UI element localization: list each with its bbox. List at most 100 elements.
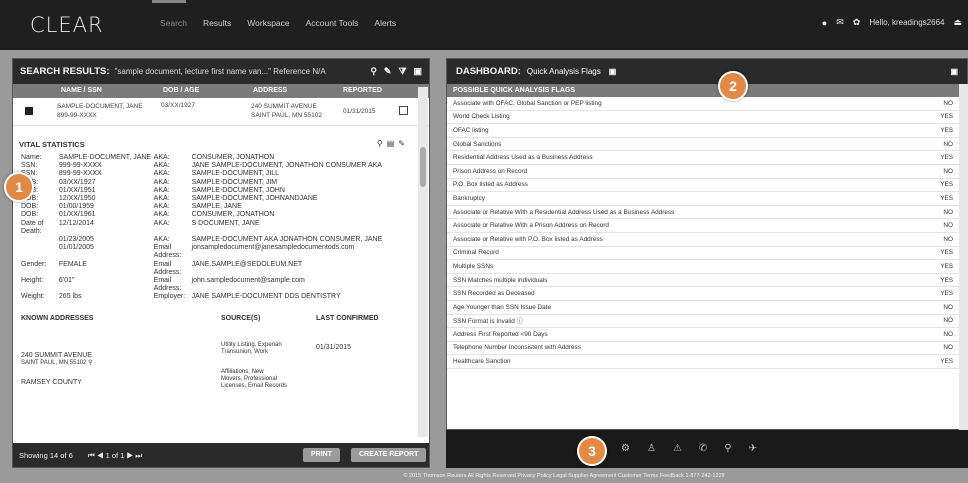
vital-row: DOB: 12/XX/1950 AKA: SAMPLE-DOCUMENT, JOHNA…: [21, 195, 401, 203]
nav-alerts[interactable]: Alerts: [374, 18, 396, 28]
flag-value: YES: [940, 154, 953, 162]
col-address[interactable]: ADDRESS: [253, 87, 287, 94]
flag-label[interactable]: Associate or Relative with P.O. Box list…: [453, 236, 923, 243]
dot-icon[interactable]: ●: [822, 18, 827, 28]
flag-label[interactable]: Associate or Relative With a Prison Addr…: [453, 222, 923, 229]
flag-row[interactable]: Multiple SSNs YES: [447, 260, 959, 274]
flag-row[interactable]: Age Younger than SSN Issue Date NO: [447, 301, 959, 315]
print-icon[interactable]: ▣: [950, 67, 958, 76]
col-name-ssn[interactable]: NAME / SSN: [61, 87, 102, 94]
known-address-line: 240 SUMMIT AVENUE: [21, 352, 92, 359]
flag-row[interactable]: SSN Matches multiple individuals YES: [447, 274, 959, 288]
gear-icon[interactable]: ✿: [853, 17, 861, 28]
save-icon[interactable]: ▣: [413, 66, 422, 77]
filter-icon[interactable]: ⧩: [398, 66, 406, 77]
flag-label[interactable]: Bankruptcy: [453, 195, 923, 202]
right-scrollbar[interactable]: [959, 84, 968, 430]
pin-icon[interactable]: ⚲: [724, 443, 731, 454]
flag-label[interactable]: Telephone Number Inconsistent with Addre…: [453, 344, 923, 351]
flag-row[interactable]: Criminal Record YES: [447, 247, 959, 261]
flag-label[interactable]: Associate or Relative With a Residential…: [453, 209, 923, 216]
flag-row[interactable]: Telephone Number Inconsistent with Addre…: [447, 342, 959, 356]
flag-label[interactable]: SSN Matches multiple individuals: [453, 277, 923, 284]
vital-value: 01/23/2005: [58, 236, 94, 244]
flag-row[interactable]: Healthcare Sanction YES: [447, 355, 959, 369]
vital-aka-key: Email Address:: [153, 244, 182, 260]
flag-label[interactable]: Age Younger than SSN Issue Date: [453, 304, 923, 311]
nav-search[interactable]: Search: [160, 18, 187, 28]
flag-row[interactable]: Prison Address on Record NO: [447, 165, 959, 179]
flag-row[interactable]: World Check Listing YES: [447, 111, 959, 125]
print-icon[interactable]: ▤: [387, 139, 395, 148]
flag-label[interactable]: World Check Listing: [453, 113, 923, 120]
pin-icon[interactable]: ⚲: [377, 139, 383, 148]
flag-label[interactable]: Global Sanctions: [453, 141, 923, 148]
flag-row[interactable]: Associate or Relative with P.O. Box list…: [447, 233, 959, 247]
search-results-header: SEARCH RESULTS: "sample document, lectur…: [13, 59, 429, 84]
nav-workspace[interactable]: Workspace: [247, 18, 289, 28]
known-address-line[interactable]: SAINT PAUL, MN 55102 ⚲: [21, 360, 116, 367]
search-results-panel: SEARCH RESULTS: "sample document, lectur…: [12, 58, 430, 468]
app-logo[interactable]: CLEAR: [30, 13, 104, 37]
left-scrollbar[interactable]: [418, 87, 428, 437]
flag-row[interactable]: Associate or Relative With a Residential…: [447, 206, 959, 220]
nav-account-tools[interactable]: Account Tools: [306, 18, 359, 28]
edit-icon[interactable]: ✎: [398, 139, 405, 148]
vital-aka-value: SAMPLE-DOCUMENT, JOHN: [191, 186, 285, 194]
flag-label[interactable]: P.O. Box listed as Address: [453, 181, 923, 188]
flag-label[interactable]: Multiple SSNs: [453, 263, 923, 270]
flag-row[interactable]: OFAC listing YES: [447, 124, 959, 138]
phone-icon[interactable]: ✆: [699, 443, 707, 454]
address-row: 240 SUMMIT AVENUE SAINT PAUL, MN 55102 ⚲…: [21, 332, 406, 390]
mail-icon[interactable]: ✉: [836, 17, 844, 28]
flag-row[interactable]: P.O. Box listed as Address YES: [447, 179, 959, 193]
flag-row[interactable]: Residential Address Used as a Business A…: [447, 151, 959, 165]
vital-value: FEMALE: [58, 260, 87, 268]
settings-icon[interactable]: ⚙: [621, 443, 630, 454]
flag-label[interactable]: Address First Reported <90 Days: [453, 331, 923, 338]
flag-value: NO: [943, 222, 953, 230]
row-select-checkbox[interactable]: [25, 107, 33, 115]
vital-row: SSN: 899-99-XXXX AKA: SAMPLE-DOCUMENT, JILL: [21, 170, 401, 178]
flag-value: YES: [940, 276, 953, 284]
flag-row[interactable]: SSN Format is Invalid ⓘ NO: [447, 315, 959, 329]
flag-row[interactable]: SSN Recorded as Deceased YES: [447, 287, 959, 301]
flag-row[interactable]: Bankruptcy YES: [447, 192, 959, 206]
flag-label[interactable]: SSN Recorded as Deceased: [453, 290, 923, 297]
known-addresses: KNOWN ADDRESSES SOURCE(S) LAST CONFIRMED…: [21, 315, 406, 390]
flag-row[interactable]: Address First Reported <90 Days NO: [447, 328, 959, 342]
vital-aka-key: Email Address:: [153, 260, 182, 276]
print-button[interactable]: PRINT: [303, 448, 340, 462]
source-line: Movers, Professional: [221, 375, 278, 382]
person-icon[interactable]: ♙: [647, 443, 656, 454]
col-dob-age[interactable]: DOB / AGE: [163, 87, 199, 94]
logout-icon[interactable]: ⏏: [953, 17, 962, 28]
flag-label[interactable]: Associate with OFAC, Global Sanction or …: [453, 100, 923, 107]
result-row[interactable]: SAMPLE-DOCUMENT, JANE 899-99-XXXX 03/XX/…: [13, 98, 429, 126]
vital-row: Height: 6'01" Email Address: john.sampledoc…: [21, 277, 401, 293]
flag-row[interactable]: Global Sanctions NO: [447, 138, 959, 152]
search-icon[interactable]: ⚲: [370, 66, 377, 77]
edit-icon[interactable]: ✎: [384, 66, 392, 77]
flag-label[interactable]: Residential Address Used as a Business A…: [453, 154, 923, 161]
dashboard-subtitle[interactable]: Quick Analysis Flags: [527, 67, 601, 76]
alert-icon[interactable]: ⚠: [673, 443, 682, 454]
flag-label[interactable]: SSN Format is Invalid ⓘ: [453, 316, 923, 325]
dashboard-panel: DASHBOARD: Quick Analysis Flags ▣ ▣ POSS…: [446, 58, 968, 430]
flag-label[interactable]: OFAC listing: [453, 127, 923, 134]
flag-row[interactable]: Associate with OFAC, Global Sanction or …: [447, 97, 959, 111]
flag-label[interactable]: Prison Address on Record: [453, 168, 923, 175]
save-icon[interactable]: ▣: [609, 67, 617, 76]
col-reported[interactable]: REPORTED: [343, 87, 382, 94]
flag-label[interactable]: Healthcare Sanction: [453, 358, 923, 365]
pagination[interactable]: ⏮ ◀ 1 of 1 ▶ ⏭: [88, 451, 142, 461]
flag-row[interactable]: Associate or Relative With a Prison Addr…: [447, 219, 959, 233]
known-address-line: RAMSEY COUNTY: [21, 379, 82, 387]
create-report-button[interactable]: CREATE REPORT: [351, 448, 427, 462]
user-greeting[interactable]: Hello, kreadings2664: [869, 18, 944, 27]
nav-results[interactable]: Results: [203, 18, 231, 28]
flag-label[interactable]: Criminal Record: [453, 249, 923, 256]
row-compare-checkbox[interactable]: [399, 106, 408, 115]
plane-icon[interactable]: ✈: [749, 443, 757, 454]
scroll-thumb[interactable]: [420, 147, 426, 187]
